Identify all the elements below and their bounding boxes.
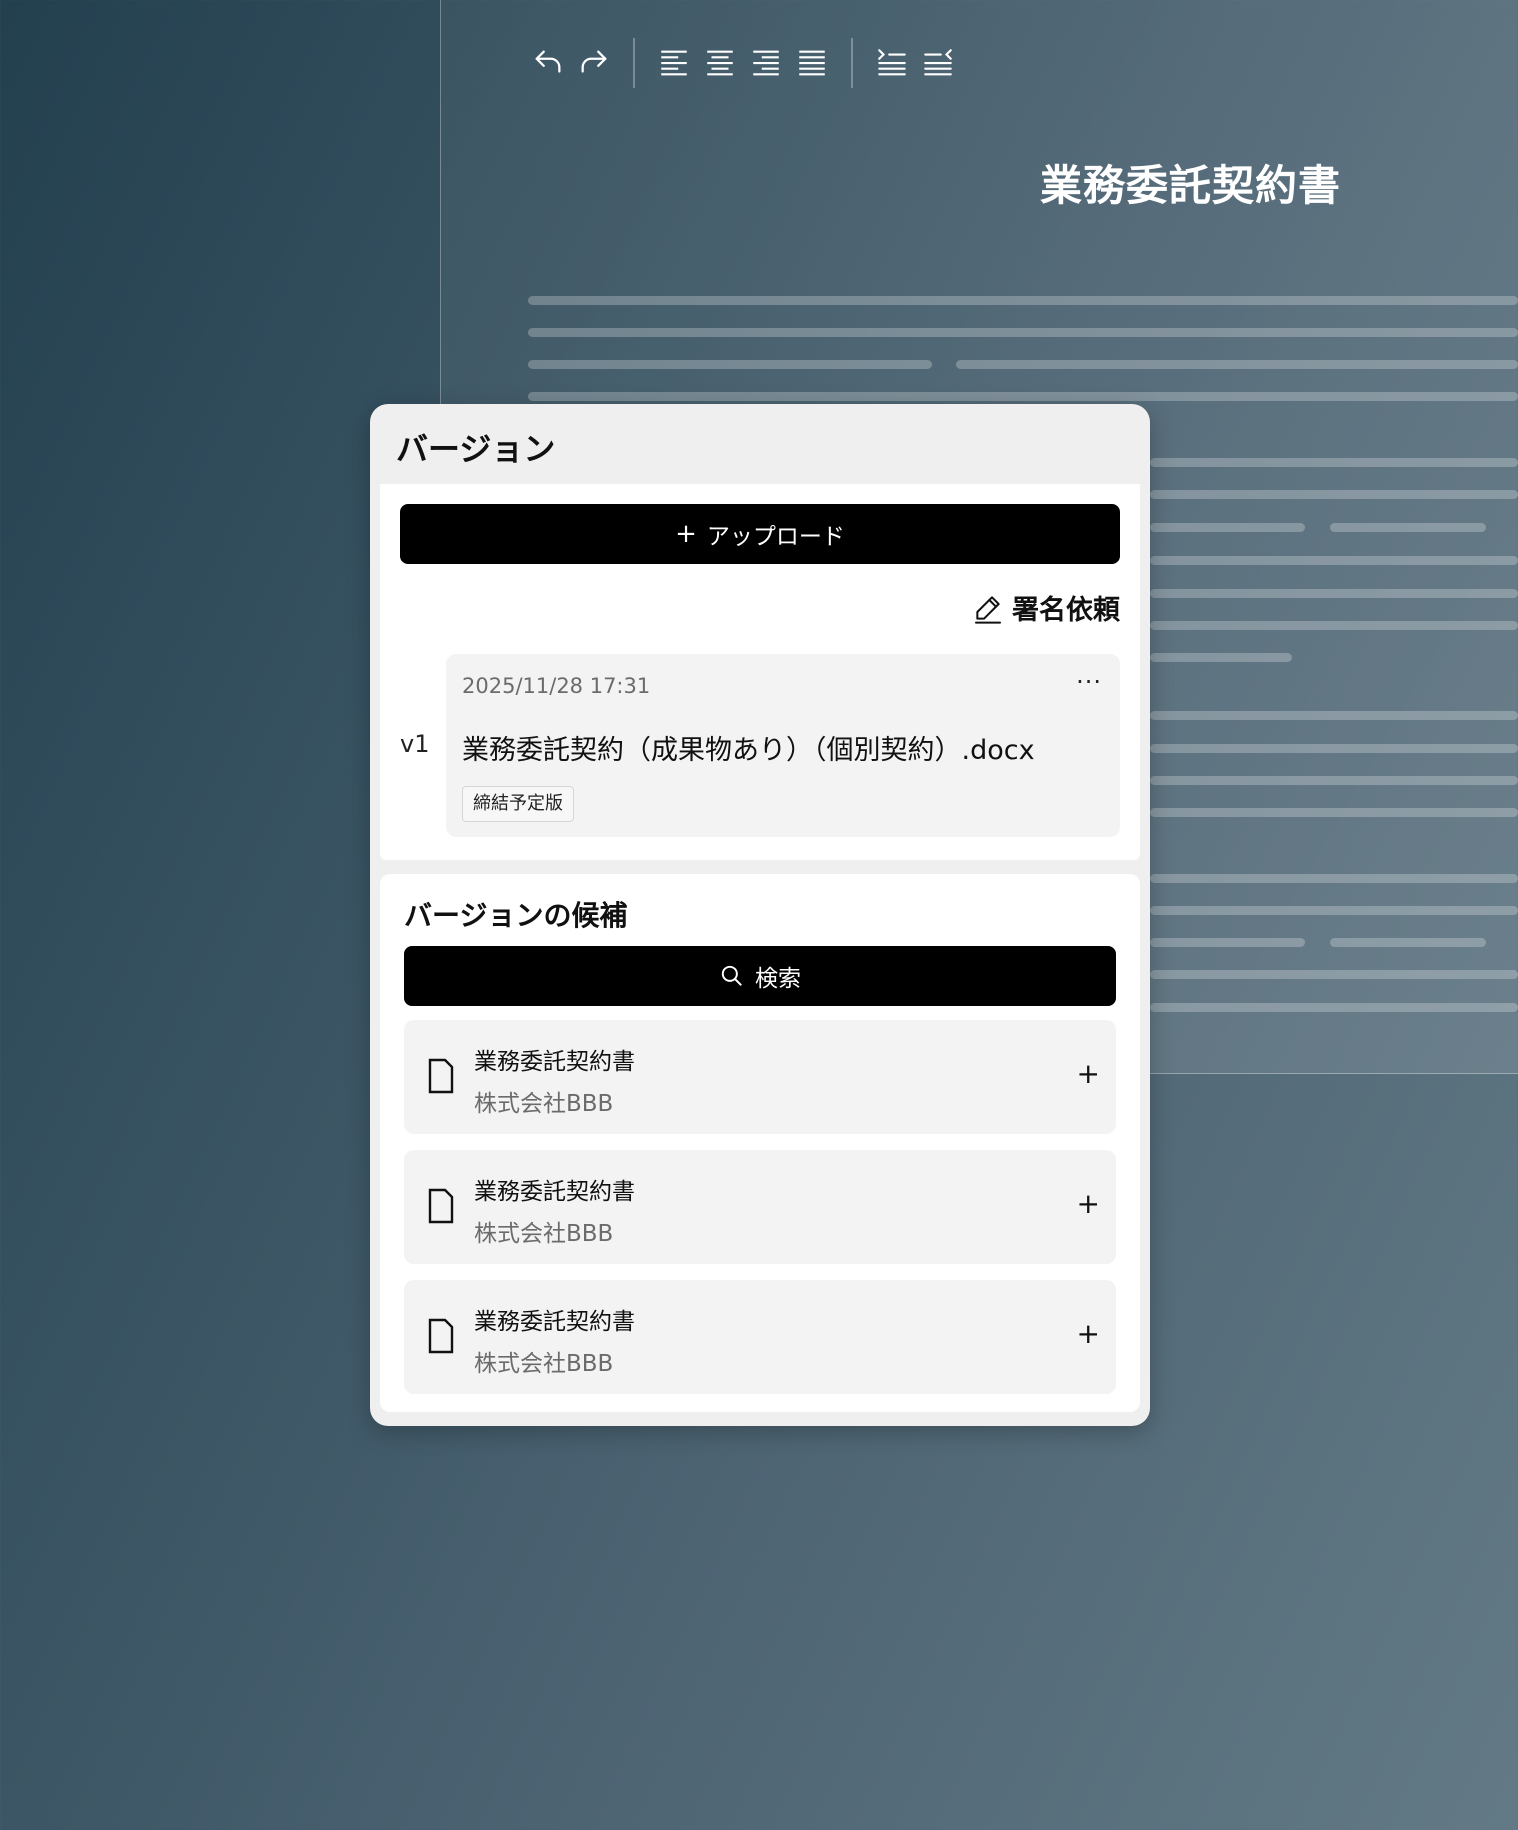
text-line: [528, 392, 1518, 401]
status-badge: 締結予定版: [462, 786, 574, 822]
text-line: [1150, 938, 1305, 947]
version-panel: バージョン plus + アップロード 署名依頼 v1 2025/11/28 1…: [370, 404, 1150, 1426]
toolbar-divider: [851, 38, 853, 88]
candidate-company: 株式会社BBB: [474, 1221, 614, 1247]
candidates-section: バージョンの候補 検索 業務委託契約書 株式会社BBB + 業務委託契約書 株式…: [380, 874, 1140, 1412]
panel-title: バージョン: [396, 430, 556, 468]
align-left-icon[interactable]: [651, 40, 697, 86]
candidate-item[interactable]: 業務委託契約書 株式会社BBB +: [404, 1020, 1116, 1134]
document-icon: [428, 1188, 454, 1224]
more-options-icon[interactable]: ···: [1076, 668, 1102, 696]
text-line: [1150, 458, 1518, 467]
plus-icon: +: [675, 519, 697, 549]
text-line: [1150, 744, 1518, 753]
redo-icon[interactable]: [571, 40, 617, 86]
candidates-title: バージョンの候補: [404, 899, 628, 932]
add-icon[interactable]: +: [1077, 1058, 1100, 1090]
text-line: [1150, 776, 1518, 785]
text-line: [1150, 490, 1518, 499]
pen-icon: [975, 595, 1001, 624]
text-line: [1330, 523, 1486, 532]
add-icon[interactable]: +: [1077, 1188, 1100, 1220]
version-section: plus + アップロード 署名依頼 v1 2025/11/28 17:31 ·…: [380, 484, 1140, 860]
text-line: [1150, 523, 1305, 532]
text-line: [1150, 653, 1292, 662]
candidate-company: 株式会社BBB: [474, 1351, 614, 1377]
indent-icon[interactable]: [869, 40, 915, 86]
version-timestamp: 2025/11/28 17:31: [462, 674, 651, 698]
text-line: [1150, 906, 1518, 915]
search-button[interactable]: 検索: [404, 946, 1116, 1006]
document-icon: [428, 1058, 454, 1094]
candidate-company: 株式会社BBB: [474, 1091, 614, 1117]
text-line: [1150, 621, 1518, 630]
text-line: [528, 296, 1518, 305]
toolbar-divider: [633, 38, 635, 88]
upload-button[interactable]: plus + アップロード: [400, 504, 1120, 564]
document-title: 業務委託契約書: [1040, 161, 1342, 210]
search-button-label: 検索: [755, 966, 801, 992]
text-line: [1150, 874, 1518, 883]
text-line: [1150, 711, 1518, 720]
outdent-icon[interactable]: [915, 40, 961, 86]
add-icon[interactable]: +: [1077, 1318, 1100, 1350]
candidate-name: 業務委託契約書: [474, 1179, 635, 1205]
text-line: [1150, 556, 1518, 565]
candidate-item[interactable]: 業務委託契約書 株式会社BBB +: [404, 1280, 1116, 1394]
align-center-icon[interactable]: [697, 40, 743, 86]
text-line: [1150, 970, 1518, 979]
document-icon: [428, 1318, 454, 1354]
text-line: [1330, 938, 1486, 947]
align-right-icon[interactable]: [743, 40, 789, 86]
candidate-name: 業務委託契約書: [474, 1309, 635, 1335]
editor-toolbar: [525, 38, 961, 88]
text-line: [528, 328, 1518, 337]
upload-button-label: アップロード: [706, 524, 845, 550]
text-line: [528, 360, 932, 369]
version-item[interactable]: 2025/11/28 17:31 ··· 業務委託契約（成果物あり）（個別契約）…: [446, 654, 1120, 837]
candidate-item[interactable]: 業務委託契約書 株式会社BBB +: [404, 1150, 1116, 1264]
undo-icon[interactable]: [525, 40, 571, 86]
align-justify-icon[interactable]: [789, 40, 835, 86]
text-line: [1150, 589, 1518, 598]
text-line: [1150, 1003, 1518, 1012]
sign-request-button[interactable]: 署名依頼: [972, 588, 1120, 627]
candidate-name: 業務委託契約書: [474, 1049, 635, 1075]
text-line: [956, 360, 1518, 369]
version-number: v1: [400, 730, 430, 758]
version-filename: 業務委託契約（成果物あり）（個別契約）.docx: [462, 735, 1035, 766]
search-icon: [721, 965, 742, 986]
sign-request-label: 署名依頼: [1012, 595, 1120, 626]
text-line: [1150, 808, 1518, 817]
